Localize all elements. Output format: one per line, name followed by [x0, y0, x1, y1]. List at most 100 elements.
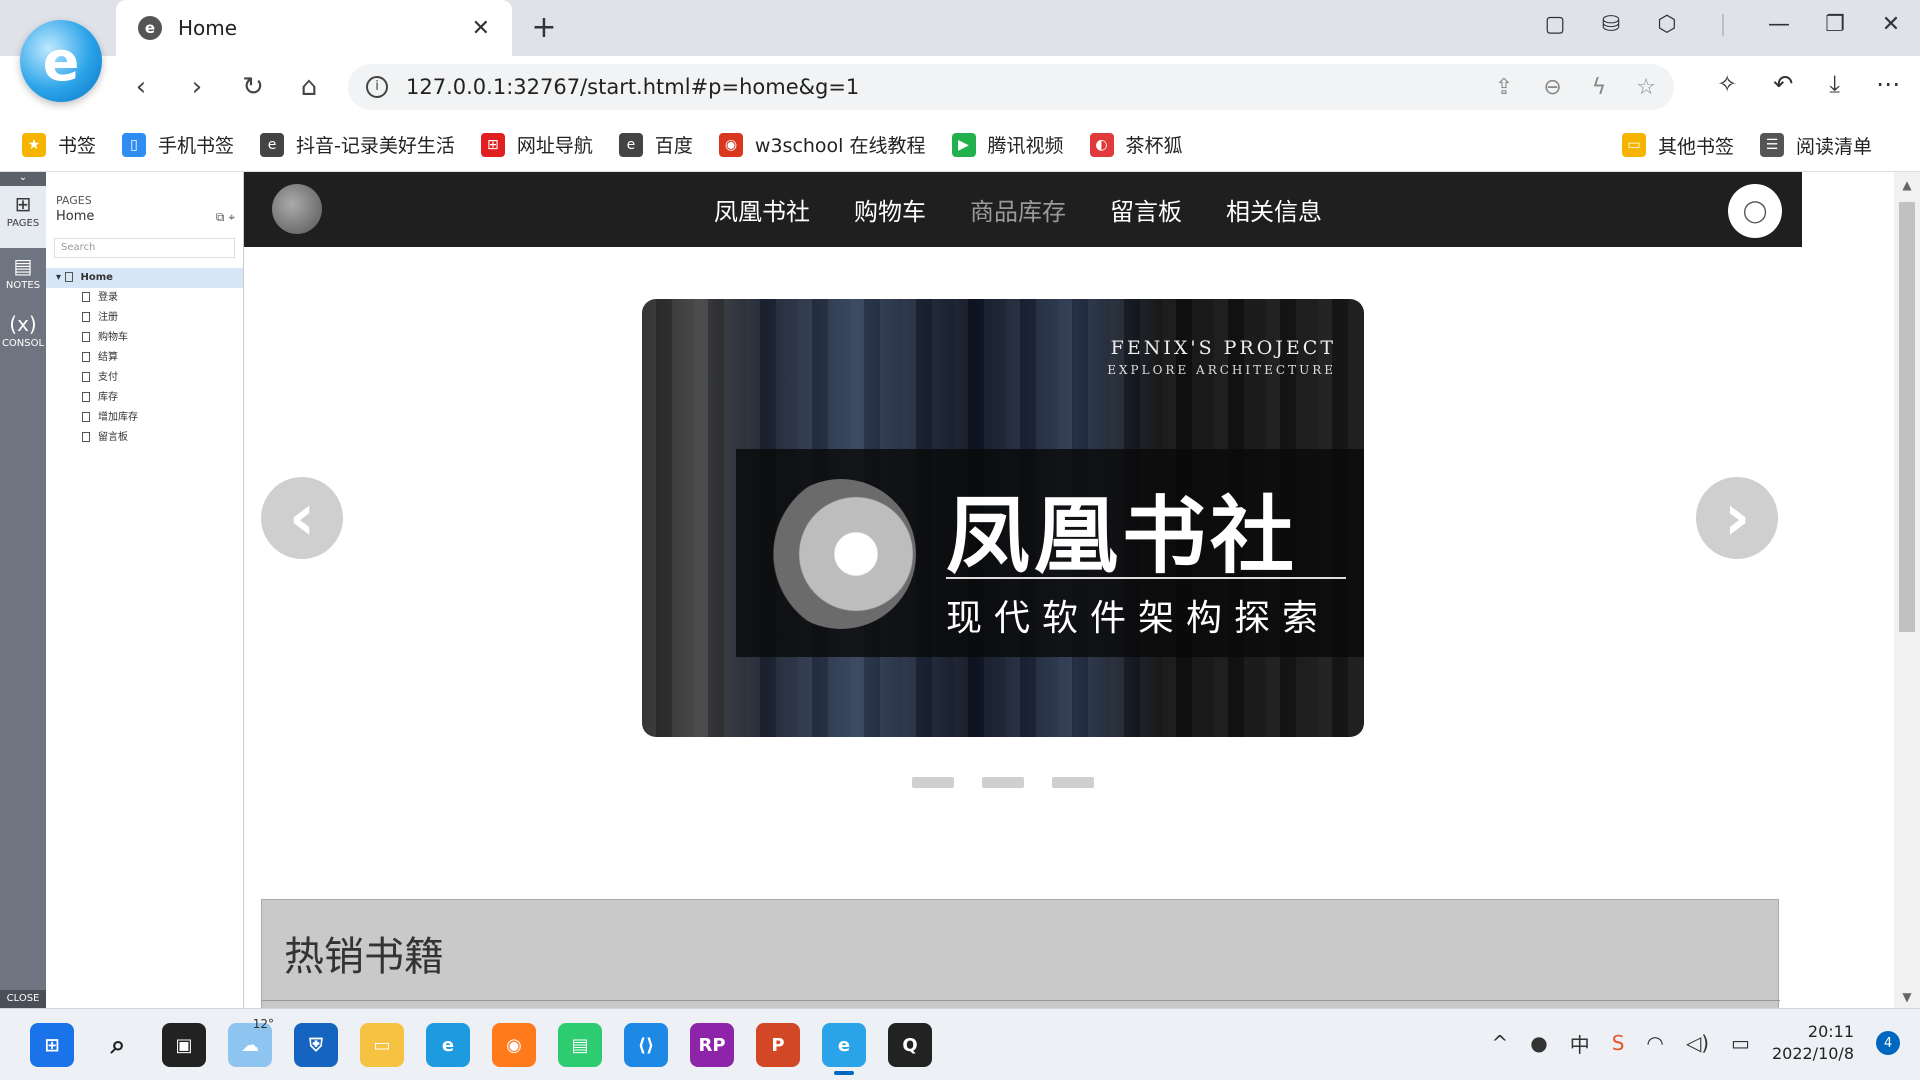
share-icon[interactable]: ⇪ — [1495, 75, 1513, 100]
edge-icon[interactable]: e — [426, 1023, 470, 1067]
firefox-icon[interactable]: ◉ — [492, 1023, 536, 1067]
tab-title: Home — [178, 16, 238, 40]
scroll-down-icon[interactable]: ▼ — [1894, 990, 1920, 1004]
tree-expand-icon[interactable]: ▾ — [56, 272, 65, 283]
tree-node[interactable]: 注册 — [46, 308, 243, 328]
tree-node[interactable]: 库存 — [46, 388, 243, 408]
back-icon[interactable]: ‹ — [124, 70, 158, 104]
banner-main-title: 凤凰书社 — [946, 487, 1299, 585]
export-icon[interactable]: ⧉ — [216, 210, 225, 224]
bookmark-icon: e — [618, 132, 643, 157]
locate-icon[interactable]: ⌖ — [228, 210, 235, 224]
store-icon[interactable]: ▤ — [558, 1023, 602, 1067]
sitemap-icon: ⊞ — [14, 192, 32, 216]
bookmark-item[interactable]: e 百度 — [618, 131, 693, 158]
collapse-chevron-icon[interactable]: ⌄ — [0, 172, 46, 186]
tray-qq-icon[interactable]: ● — [1530, 1031, 1547, 1055]
bookmark-label: 手机书签 — [158, 135, 235, 157]
carousel-dot[interactable] — [912, 777, 954, 788]
bookmark-item[interactable]: ◐ 茶杯狐 — [1089, 131, 1183, 158]
wifi-icon[interactable]: ◠ — [1646, 1031, 1663, 1055]
rail-notes-tab[interactable]: ▤ NOTES — [0, 248, 46, 306]
battery-icon[interactable]: ▭ — [1731, 1031, 1750, 1055]
powerpoint-icon[interactable]: P — [756, 1023, 800, 1067]
qq-icon[interactable]: Q — [888, 1023, 932, 1067]
minimize-icon[interactable]: — — [1764, 12, 1794, 37]
close-window-icon[interactable]: ✕ — [1876, 12, 1906, 37]
banner-carousel[interactable]: FENIX'S PROJECT EXPLORE ARCHITECTURE 凤凰书… — [642, 299, 1364, 737]
tree-node[interactable]: 结算 — [46, 348, 243, 368]
system-clock[interactable]: 20:11 2022/10/8 — [1772, 1021, 1854, 1065]
scroll-up-icon[interactable]: ▲ — [1894, 178, 1920, 192]
bookmark-item[interactable]: e 抖音-记录美好生活 — [260, 131, 455, 158]
volume-icon[interactable]: ◁) — [1686, 1031, 1709, 1055]
zoom-icon[interactable]: ⊖ — [1543, 75, 1561, 100]
carousel-prev-button[interactable]: ‹ — [261, 477, 343, 559]
tab-count-icon[interactable]: ▢ — [1540, 12, 1570, 37]
divider: | — [1719, 12, 1727, 37]
ime-indicator[interactable]: 中 — [1570, 1029, 1590, 1058]
bookmark-item[interactable]: ▭ 其他书签 — [1621, 132, 1734, 159]
rail-close-button[interactable]: CLOSE — [0, 990, 46, 1008]
tree-node[interactable]: 登录 — [46, 288, 243, 308]
address-url[interactable]: 127.0.0.1:32767/start.html#p=home&g=1 — [406, 75, 1495, 99]
site-menu-item[interactable]: 购物车 — [854, 192, 926, 227]
start-windows-icon[interactable]: ⊞ — [30, 1023, 74, 1067]
vscode-icon[interactable]: ⟨⟩ — [624, 1023, 668, 1067]
axure-rp-icon[interactable]: RP — [690, 1023, 734, 1067]
extensions-icon[interactable]: ✧ — [1717, 70, 1737, 98]
undo-icon[interactable]: ↶ — [1773, 70, 1793, 98]
site-menu-item[interactable]: 凤凰书社 — [714, 192, 810, 227]
page-search-input[interactable]: Search — [54, 238, 235, 258]
site-menu-item[interactable]: 商品库存 — [970, 192, 1066, 227]
notification-badge[interactable]: 4 — [1876, 1031, 1900, 1055]
bookmark-item[interactable]: ⊞ 网址导航 — [480, 131, 593, 158]
carousel-next-button[interactable]: › — [1696, 477, 1778, 559]
tree-node-home[interactable]: ▾ Home — [46, 268, 243, 288]
user-avatar-icon[interactable]: ◯ — [1728, 184, 1782, 238]
new-tab-button[interactable]: + — [526, 10, 562, 46]
search-icon[interactable]: ⌕ — [96, 1023, 140, 1067]
bookmark-item[interactable]: ◉ w3school 在线教程 — [718, 131, 926, 158]
lightning-icon[interactable]: ϟ — [1592, 75, 1607, 100]
tray-overflow-icon[interactable]: ^ — [1491, 1031, 1508, 1055]
tree-node[interactable]: 购物车 — [46, 328, 243, 348]
collections-icon[interactable]: ⛁ — [1596, 12, 1626, 37]
address-bar[interactable]: i 127.0.0.1:32767/start.html#p=home&g=1 … — [348, 64, 1674, 110]
defender-icon[interactable]: ⛨ — [294, 1023, 338, 1067]
clock-date: 2022/10/8 — [1771, 1044, 1854, 1063]
carousel-dot[interactable] — [982, 777, 1024, 788]
weather-icon[interactable]: ☁ 12° — [228, 1017, 274, 1067]
extensions-shape-icon[interactable]: ⬡ — [1652, 12, 1682, 37]
tray-app-icon[interactable]: S — [1612, 1031, 1625, 1055]
phoenix-logo-icon[interactable] — [272, 184, 322, 234]
bookmark-item[interactable]: ▯ 手机书签 — [122, 131, 234, 158]
bookmark-item[interactable]: ★ 书签 — [22, 131, 96, 158]
browser-tab-home[interactable]: e Home ✕ — [116, 0, 512, 56]
browser-taskbar-icon[interactable]: e — [822, 1023, 866, 1075]
bookmark-item[interactable]: ☰ 阅读清单 — [1759, 132, 1872, 159]
bookmark-item[interactable]: ▶ 腾讯视频 — [951, 131, 1064, 158]
task-view-icon[interactable]: ▣ — [162, 1023, 206, 1067]
tree-node[interactable]: 支付 — [46, 368, 243, 388]
more-menu-icon[interactable]: ⋯ — [1876, 70, 1900, 98]
vertical-scrollbar[interactable]: ▲ ▼ — [1894, 172, 1920, 1008]
download-icon[interactable]: ⤓ — [1829, 70, 1840, 98]
site-menu-item[interactable]: 留言板 — [1110, 192, 1182, 227]
favorite-star-icon[interactable]: ☆ — [1636, 75, 1656, 100]
tree-node[interactable]: 增加库存 — [46, 408, 243, 428]
file-explorer-icon[interactable]: ▭ — [360, 1023, 404, 1067]
carousel-dot[interactable] — [1052, 777, 1094, 788]
forward-icon[interactable]: › — [180, 70, 214, 104]
rail-console-tab[interactable]: (x) CONSOL — [0, 306, 46, 364]
maximize-icon[interactable]: ❐ — [1820, 12, 1850, 37]
home-icon[interactable]: ⌂ — [292, 70, 326, 104]
tab-close-icon[interactable]: ✕ — [472, 16, 490, 41]
site-info-icon[interactable]: i — [366, 76, 388, 98]
scroll-thumb[interactable] — [1899, 202, 1915, 632]
rail-pages-tab[interactable]: ⊞ PAGES — [0, 186, 46, 248]
reload-icon[interactable]: ↻ — [236, 70, 270, 104]
site-menu-item[interactable]: 相关信息 — [1226, 192, 1322, 227]
bookmark-label: 腾讯视频 — [987, 135, 1064, 157]
tree-node[interactable]: 留言板 — [46, 428, 243, 448]
